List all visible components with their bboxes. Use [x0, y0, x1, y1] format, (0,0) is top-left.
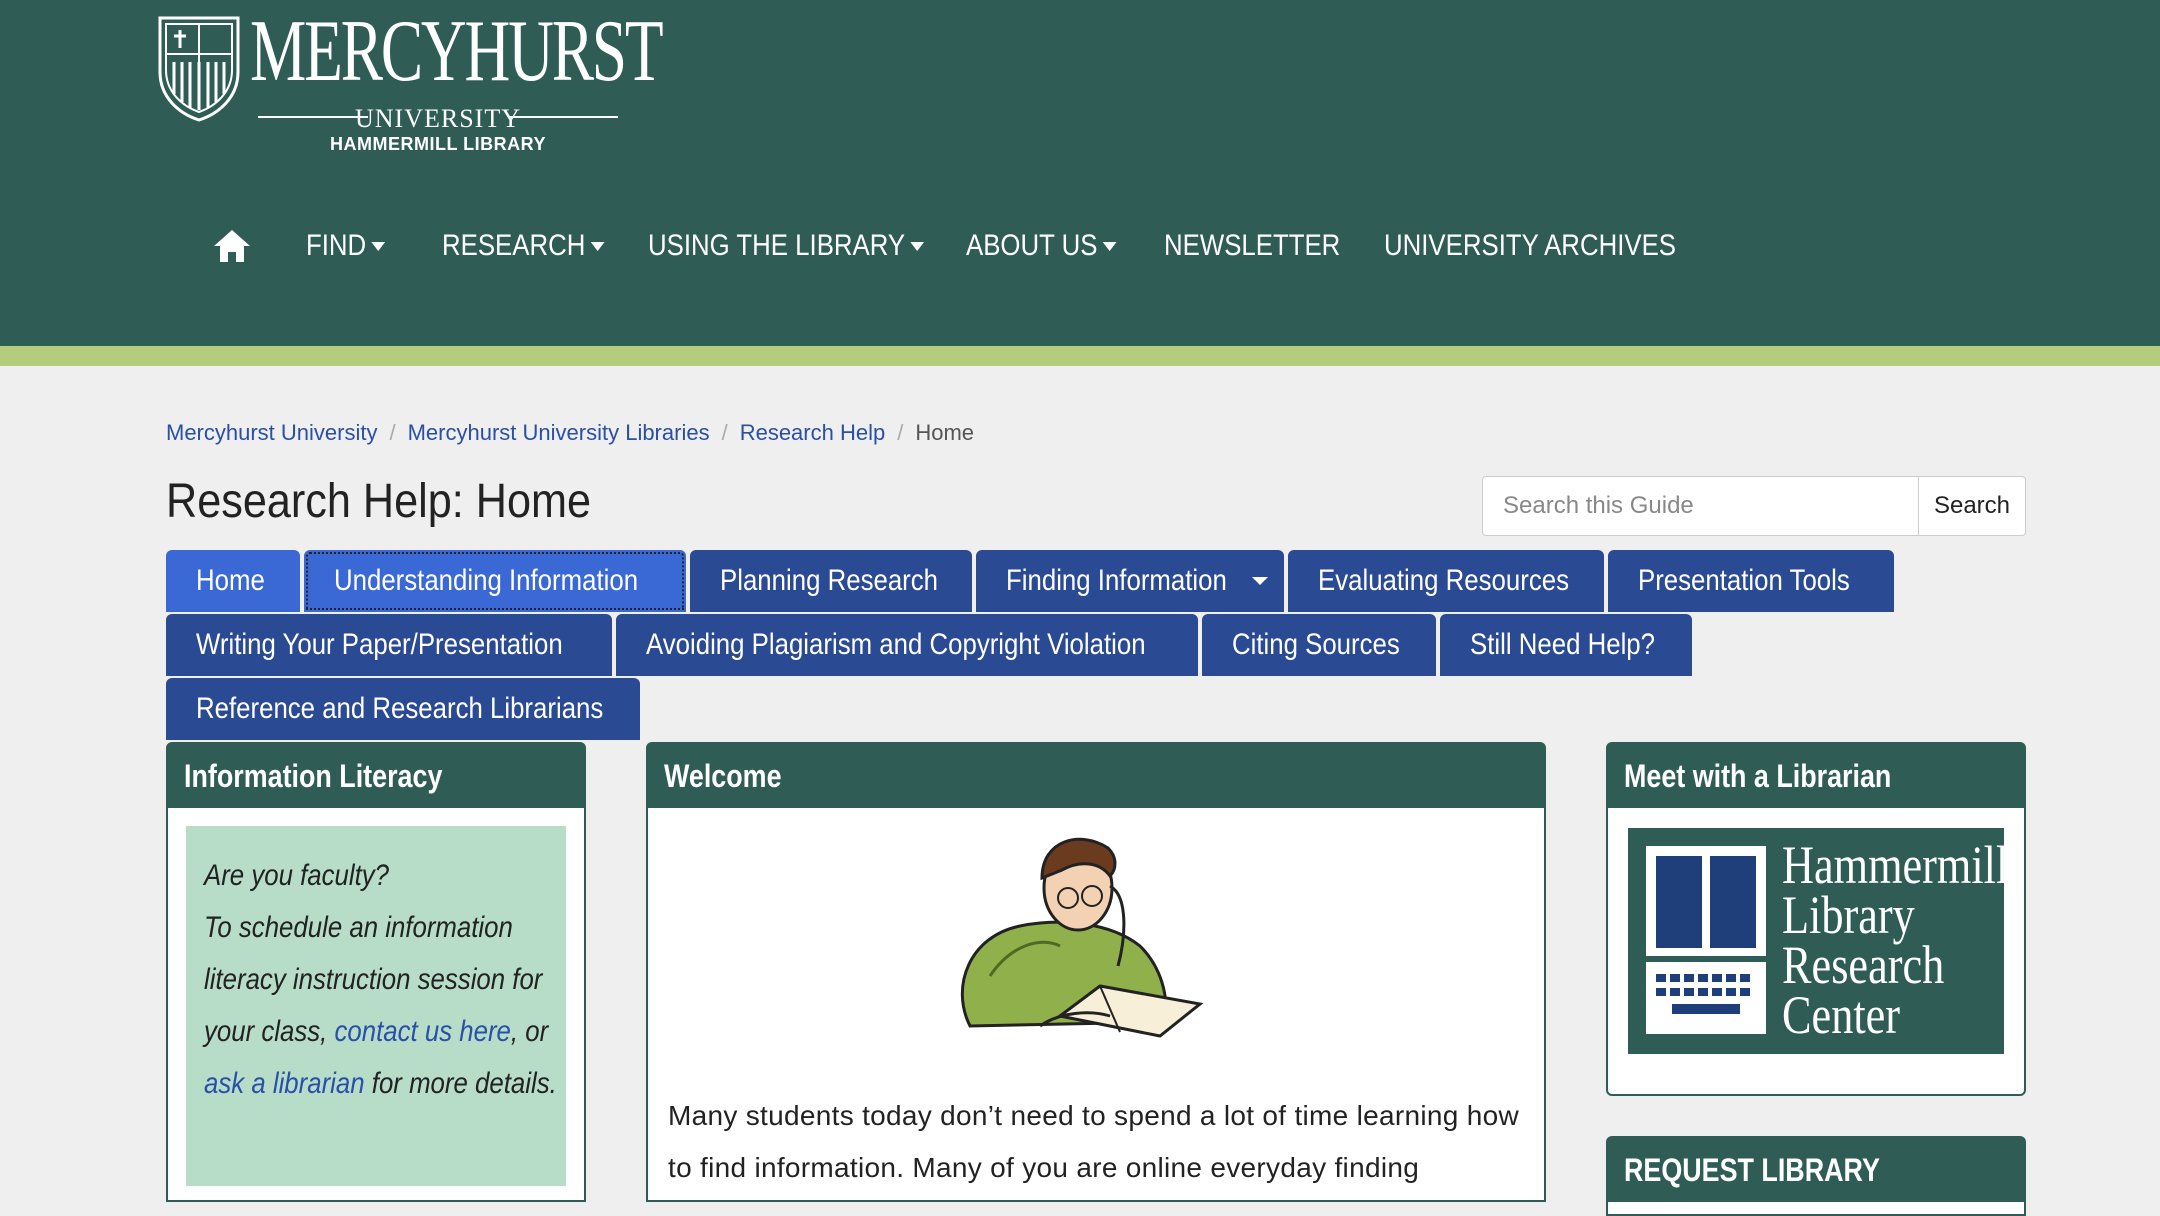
tab-understanding-information[interactable]: Understanding Information	[304, 550, 686, 612]
tab-avoiding-plagiarism[interactable]: Avoiding Plagiarism and Copyright Violat…	[616, 614, 1198, 676]
nav-university-archives[interactable]: UNIVERSITY ARCHIVES	[1384, 229, 1676, 263]
box-title: Welcome	[648, 744, 1544, 808]
tab-presentation-tools[interactable]: Presentation Tools	[1608, 550, 1894, 612]
crest-icon	[158, 16, 240, 122]
reading-student-illustration	[960, 837, 1204, 1038]
caret-down-icon	[371, 241, 386, 251]
tab-citing-sources[interactable]: Citing Sources	[1202, 614, 1436, 676]
page-title: Research Help: Home	[166, 475, 591, 528]
logo-library: HAMMERMILL LIBRARY	[330, 134, 546, 154]
nav-research[interactable]: RESEARCH	[442, 229, 623, 263]
tab-reference-librarians[interactable]: Reference and Research Librarians	[166, 678, 640, 740]
research-center-logo[interactable]: Hammermill Library Research Center	[1628, 828, 2008, 1054]
ask-a-librarian-link[interactable]: ask a librarian	[204, 1067, 365, 1100]
home-icon[interactable]	[212, 228, 252, 264]
caret-down-icon[interactable]	[1252, 577, 1268, 585]
research-center-name: Hammermill Library Research Center	[1782, 835, 2009, 1045]
faculty-callout: Are you faculty? To schedule an informat…	[186, 826, 566, 1186]
breadcrumb-libraries[interactable]: Mercyhurst University Libraries	[408, 420, 710, 445]
caret-down-icon	[590, 241, 605, 251]
logo-university: UNIVERSITY	[252, 104, 624, 133]
breadcrumb-current: Home	[915, 420, 975, 445]
search-input[interactable]: Search this Guide	[1482, 476, 1918, 536]
nav-newsletter[interactable]: NEWSLETTER	[1164, 229, 1357, 263]
breadcrumb-mercyhurst-university[interactable]: Mercyhurst University	[166, 420, 377, 445]
caret-down-icon	[1102, 241, 1117, 251]
main-nav: FIND RESEARCH USING THE LIBRARY ABOUT US…	[212, 218, 1720, 274]
university-logo[interactable]: MERCYHURST UNIVERSITY HAMMERMILL LIBRARY	[154, 8, 664, 154]
guide-search: Search this Guide Search	[1482, 476, 2026, 536]
box-title: Meet with a Librarian	[1608, 744, 2024, 808]
box-title: Information Literacy	[168, 744, 584, 808]
nav-using-the-library[interactable]: USING THE LIBRARY	[648, 229, 925, 263]
nav-about-us[interactable]: ABOUT US	[966, 229, 1140, 263]
caret-down-icon	[910, 241, 925, 251]
request-library-box: REQUEST LIBRARY	[1606, 1136, 2026, 1216]
tab-writing-your-paper[interactable]: Writing Your Paper/Presentation	[166, 614, 612, 676]
box-title: REQUEST LIBRARY	[1608, 1138, 2024, 1202]
tab-evaluating-resources[interactable]: Evaluating Resources	[1288, 550, 1604, 612]
logo-name: MERCYHURST	[250, 3, 664, 100]
welcome-text: Many students today don’t need to spend …	[668, 1100, 1519, 1183]
breadcrumb-research-help[interactable]: Research Help	[740, 420, 886, 445]
tab-finding-information[interactable]: Finding Information	[976, 550, 1284, 612]
nav-find[interactable]: FIND	[306, 229, 426, 263]
contact-us-link[interactable]: contact us here	[334, 1015, 510, 1048]
tab-home[interactable]: Home	[166, 550, 300, 612]
header-stripe	[0, 346, 2160, 366]
breadcrumb: Mercyhurst University / Mercyhurst Univers…	[166, 420, 975, 445]
search-button[interactable]: Search	[1918, 476, 2026, 536]
book-laptop-icon	[1646, 846, 1766, 1034]
tab-still-need-help[interactable]: Still Need Help?	[1440, 614, 1692, 676]
tab-planning-research[interactable]: Planning Research	[690, 550, 972, 612]
